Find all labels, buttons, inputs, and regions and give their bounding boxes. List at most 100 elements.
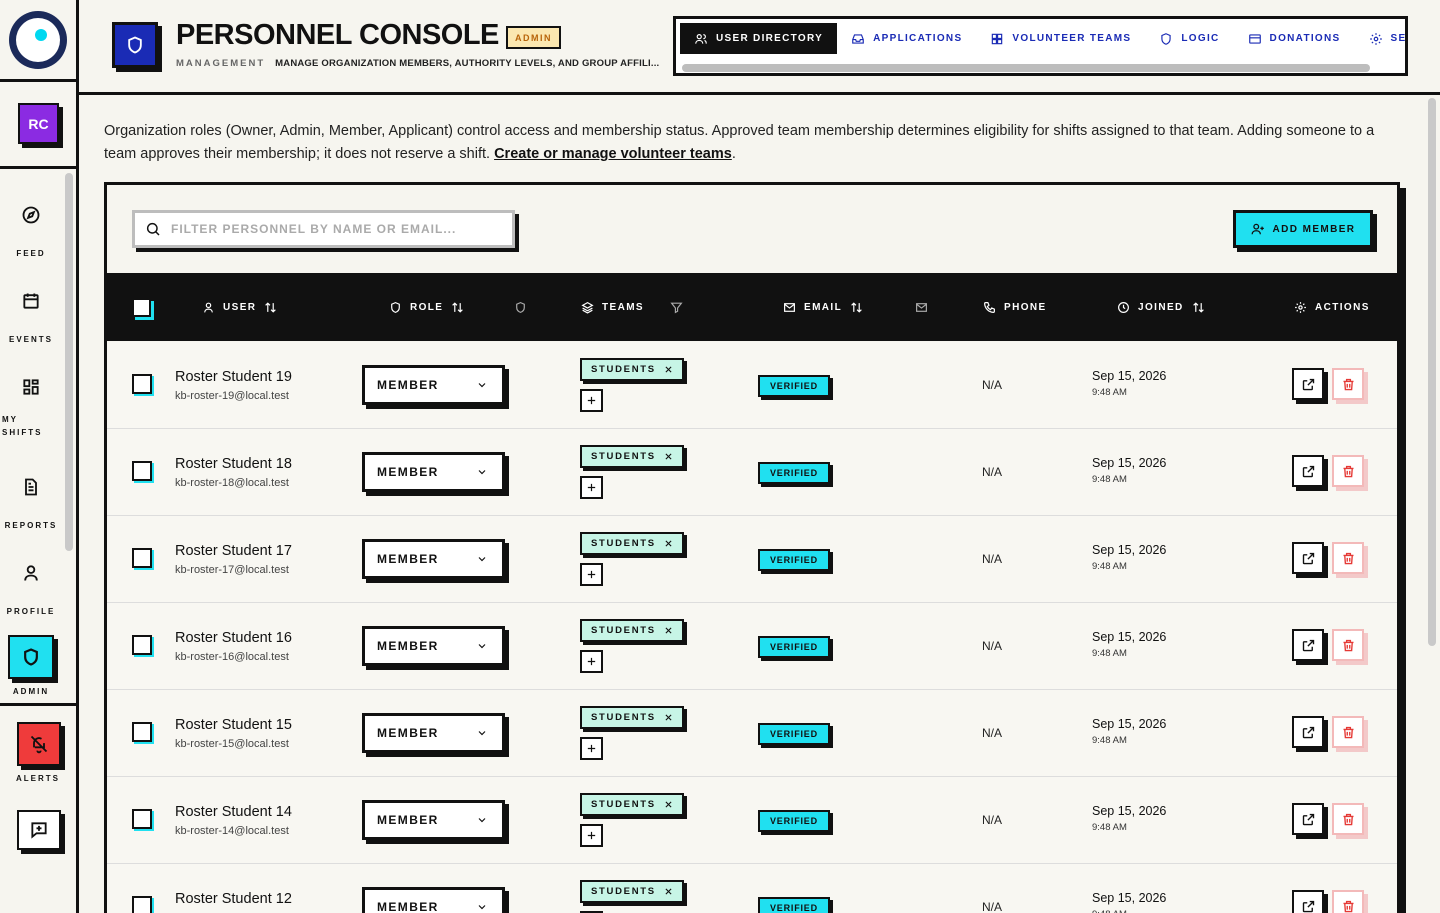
feedback-button[interactable] bbox=[17, 810, 61, 850]
app-logo[interactable] bbox=[0, 0, 76, 82]
chevron-down-icon bbox=[478, 644, 486, 649]
row-checkbox[interactable] bbox=[132, 896, 152, 913]
user-email: kb-roster-18@local.test bbox=[175, 477, 289, 489]
row-checkbox[interactable] bbox=[132, 548, 152, 568]
chevron-down-icon bbox=[478, 818, 486, 823]
add-team-button[interactable] bbox=[580, 563, 603, 586]
open-profile-button[interactable] bbox=[1292, 716, 1324, 748]
column-user[interactable]: USER bbox=[202, 273, 277, 341]
phone-value: N/A bbox=[982, 813, 1003, 827]
delete-member-button[interactable] bbox=[1332, 542, 1364, 574]
phone-value: N/A bbox=[982, 900, 1003, 913]
open-profile-button[interactable] bbox=[1292, 803, 1324, 835]
delete-member-button[interactable] bbox=[1332, 629, 1364, 661]
open-profile-button[interactable] bbox=[1292, 455, 1324, 487]
open-profile-button[interactable] bbox=[1292, 890, 1324, 913]
row-checkbox[interactable] bbox=[132, 461, 152, 481]
user-icon bbox=[24, 565, 38, 581]
role-select[interactable]: MEMBER bbox=[362, 887, 505, 913]
admin-nav-button[interactable] bbox=[8, 635, 54, 679]
tab-logic[interactable]: LOGIC bbox=[1145, 23, 1233, 54]
nav-label-my-shifts-line2: SHIFTS bbox=[2, 428, 43, 437]
alerts-button[interactable] bbox=[17, 722, 61, 766]
verified-badge: VERIFIED bbox=[758, 375, 830, 397]
add-team-button[interactable] bbox=[580, 824, 603, 847]
close-icon[interactable] bbox=[664, 626, 673, 635]
nav-item-reports[interactable]: REPORTS bbox=[0, 477, 62, 530]
role-select[interactable]: MEMBER bbox=[362, 539, 505, 579]
role-select[interactable]: MEMBER bbox=[362, 365, 505, 405]
add-member-button[interactable]: ADD MEMBER bbox=[1233, 210, 1373, 248]
delete-member-button[interactable] bbox=[1332, 716, 1364, 748]
delete-member-button[interactable] bbox=[1332, 803, 1364, 835]
user-name: Roster Student 15 bbox=[175, 717, 292, 733]
close-icon[interactable] bbox=[664, 539, 673, 548]
phone-value: N/A bbox=[982, 552, 1003, 566]
tab-settings[interactable]: SETTINGS bbox=[1355, 23, 1405, 54]
add-team-button[interactable] bbox=[580, 389, 603, 412]
row-checkbox[interactable] bbox=[132, 374, 152, 394]
delete-member-button[interactable] bbox=[1332, 455, 1364, 487]
page-title: PERSONNEL CONSOLE bbox=[176, 19, 499, 51]
intro-text: Organization roles (Owner, Admin, Member… bbox=[104, 120, 1404, 166]
trash-icon bbox=[1343, 465, 1353, 477]
avatar[interactable]: RC bbox=[18, 103, 59, 144]
plus-icon bbox=[587, 744, 596, 753]
nav-item-profile[interactable]: PROFILE bbox=[0, 563, 62, 616]
mail-icon bbox=[784, 302, 795, 312]
sort-icon[interactable] bbox=[451, 301, 464, 314]
shield-icon bbox=[391, 301, 400, 313]
open-profile-button[interactable] bbox=[1292, 542, 1324, 574]
delete-member-button[interactable] bbox=[1332, 368, 1364, 400]
search-input[interactable] bbox=[171, 222, 491, 236]
row-checkbox[interactable] bbox=[132, 809, 152, 829]
nav-item-admin[interactable]: ADMIN bbox=[0, 635, 62, 696]
delete-member-button[interactable] bbox=[1332, 890, 1364, 913]
joined-time: 9:48 AM bbox=[1092, 735, 1127, 746]
filter-icon bbox=[670, 302, 683, 313]
chevron-down-icon bbox=[478, 905, 486, 910]
role-filter[interactable] bbox=[514, 273, 527, 341]
select-all-checkbox[interactable] bbox=[132, 298, 151, 317]
role-select[interactable]: MEMBER bbox=[362, 713, 505, 753]
tab-donations[interactable]: DONATIONS bbox=[1234, 23, 1355, 54]
sort-icon[interactable] bbox=[264, 301, 277, 314]
sort-icon[interactable] bbox=[850, 301, 863, 314]
role-select[interactable]: MEMBER bbox=[362, 452, 505, 492]
nav-item-feed[interactable]: FEED bbox=[0, 205, 62, 258]
add-team-button[interactable] bbox=[580, 650, 603, 673]
nav-label-profile: PROFILE bbox=[6, 607, 56, 616]
column-role[interactable]: ROLE bbox=[389, 273, 464, 341]
close-icon[interactable] bbox=[664, 887, 673, 896]
column-joined[interactable]: JOINED bbox=[1117, 273, 1205, 341]
role-select[interactable]: MEMBER bbox=[362, 800, 505, 840]
teams-filter[interactable] bbox=[670, 273, 683, 341]
row-checkbox[interactable] bbox=[132, 635, 152, 655]
nav-item-my-shifts[interactable]: MY SHIFTS bbox=[0, 377, 62, 439]
tab-applications[interactable]: APPLICATIONS bbox=[837, 23, 976, 54]
sort-icon[interactable] bbox=[1192, 301, 1205, 314]
user-email: kb-roster-17@local.test bbox=[175, 564, 289, 576]
close-icon[interactable] bbox=[664, 713, 673, 722]
page-scrollbar[interactable] bbox=[1428, 98, 1436, 646]
add-team-button[interactable] bbox=[580, 737, 603, 760]
close-icon[interactable] bbox=[664, 365, 673, 374]
column-email[interactable]: EMAIL bbox=[783, 273, 863, 341]
email-filter[interactable] bbox=[915, 273, 928, 341]
open-profile-button[interactable] bbox=[1292, 368, 1324, 400]
add-team-button[interactable] bbox=[580, 476, 603, 499]
search-box[interactable] bbox=[132, 210, 515, 248]
team-name: STUDENTS bbox=[591, 712, 656, 723]
nav-item-events[interactable]: EVENTS bbox=[0, 291, 62, 344]
manage-teams-link[interactable]: Create or manage volunteer teams bbox=[494, 146, 732, 162]
tab-volunteer-teams[interactable]: VOLUNTEER TEAMS bbox=[976, 23, 1145, 54]
column-email-label: EMAIL bbox=[804, 301, 843, 313]
row-checkbox[interactable] bbox=[132, 722, 152, 742]
close-icon[interactable] bbox=[664, 452, 673, 461]
role-select[interactable]: MEMBER bbox=[362, 626, 505, 666]
open-profile-button[interactable] bbox=[1292, 629, 1324, 661]
tab-user-directory[interactable]: USER DIRECTORY bbox=[680, 23, 838, 54]
column-teams[interactable]: TEAMS bbox=[581, 273, 644, 341]
tabs-scrollbar[interactable] bbox=[682, 64, 1370, 72]
close-icon[interactable] bbox=[664, 800, 673, 809]
